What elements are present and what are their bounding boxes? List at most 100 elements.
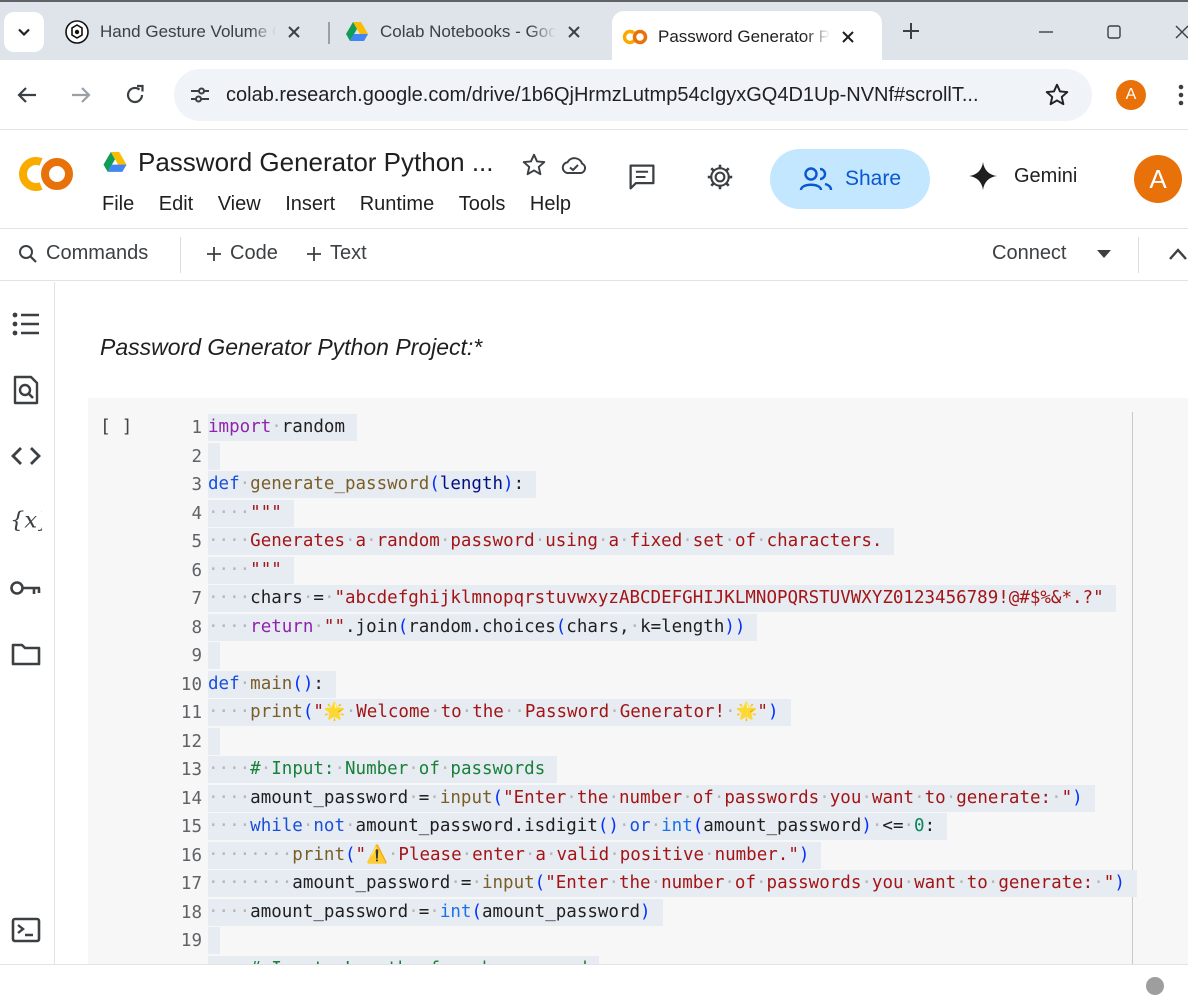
menu-tools[interactable]: Tools [459,193,506,216]
line-number: 11 [180,703,202,723]
line-number: 1 [191,418,202,438]
line-number: 15 [180,817,202,837]
code-text [208,727,220,755]
reload-button[interactable] [122,82,148,108]
browser-tab-colab-notebooks[interactable]: Colab Notebooks - Google Drive [344,11,586,53]
google-drive-icon [344,19,370,45]
line-number: 9 [191,646,202,666]
terminal-icon[interactable] [10,914,42,946]
code-line: 16 ········print("⚠️·Please·enter·a·valid… [88,841,1188,871]
close-window-button[interactable] [1170,20,1188,44]
code-cell[interactable]: [ ] 1 import·random 2 3 def·generate_passw… [88,398,1188,964]
title-menu-area: Password Generator Python ... File Edit … [0,131,598,227]
chatgpt-icon [64,19,90,45]
files-folder-icon[interactable] [10,638,42,670]
runtime-status-indicator[interactable] [1146,977,1164,995]
add-code-button[interactable]: Code [206,242,278,265]
find-replace-icon[interactable] [10,374,42,406]
site-info-icon[interactable] [174,85,226,105]
line-number: 5 [191,532,202,552]
line-number: 7 [191,589,202,609]
code-text [208,442,220,470]
bookmark-star-icon[interactable] [1044,82,1070,113]
google-drive-icon[interactable] [102,151,128,179]
new-tab-button[interactable] [898,18,924,44]
code-line: 18 ····amount_password·=·int(amount_passw… [88,898,1188,928]
search-icon [18,244,38,264]
code-text: ····amount_password·=·input("Enter·the·n… [208,784,1095,812]
toolbar-divider [1138,237,1139,273]
code-line: 2 [88,442,1188,472]
url-text: colab.research.google.com/drive/1b6QjHrm… [226,83,979,106]
code-text: ········print("⚠️·Please·enter·a·valid·p… [208,841,822,869]
add-text-button[interactable]: Text [306,242,367,265]
browser-profile-avatar[interactable]: A [1116,80,1146,110]
cloud-saved-icon[interactable] [560,151,588,179]
gemini-button[interactable]: Gemini [968,161,1077,191]
code-line: 8 ····return·"".join(random.choices(chars… [88,613,1188,643]
code-text: ····while·not·amount_password.isdigit()·… [208,813,948,840]
plus-icon [206,246,222,262]
code-text: ····#·Input:·Number·of·passwords [208,756,558,783]
left-sidebar: {x} [0,282,55,964]
menu-edit[interactable]: Edit [159,193,193,216]
menu-runtime[interactable]: Runtime [360,193,434,216]
maximize-button[interactable] [1102,20,1126,44]
back-button[interactable] [14,82,40,108]
menu-file[interactable]: File [102,193,134,216]
code-line: 6 ····""" [88,556,1188,586]
browser-tab-hand-gesture[interactable]: Hand Gesture Volume Control [64,11,306,53]
line-number: 3 [191,475,202,495]
share-button[interactable]: Share [770,149,930,209]
tab-title: Colab Notebooks - Google Drive [380,22,556,41]
code-text: ····chars·=·"abcdefghijklmnopqrstuvwxyzA… [208,585,1116,612]
caret-down-icon [1097,250,1111,258]
close-icon [1175,25,1188,39]
tab-separator [328,22,330,44]
comments-icon[interactable] [628,163,656,191]
collapse-header-button[interactable] [1168,247,1188,261]
markdown-cell-text[interactable]: Password Generator Python Project:* [100,334,482,361]
close-tab-icon[interactable] [282,20,306,44]
code-editor[interactable]: 1 import·random 2 3 def·generate_password(… [88,414,1188,964]
arrow-right-icon [72,87,91,103]
code-text: ····""" [208,499,294,527]
star-notebook-icon[interactable] [520,151,548,179]
code-snippets-icon[interactable] [10,440,42,472]
close-tab-icon[interactable] [836,25,860,49]
forward-button[interactable] [68,82,94,108]
connect-dropdown[interactable] [1096,249,1112,259]
code-text: ····""" [208,556,294,584]
svg-text:{x}: {x} [10,508,42,534]
secrets-key-icon[interactable] [10,572,42,604]
tab-search-button[interactable] [4,12,44,52]
colab-icon [622,24,648,50]
menu-insert[interactable]: Insert [285,193,335,216]
share-label: Share [844,167,902,190]
table-of-contents-icon[interactable] [10,308,42,340]
address-bar[interactable]: colab.research.google.com/drive/1b6QjHrm… [174,69,1092,121]
code-text: ········amount_password·=·input("Enter·t… [208,870,1137,897]
code-text: def·main(): [208,670,336,698]
commands-button[interactable]: Commands [18,242,148,265]
connect-button[interactable]: Connect [992,242,1067,265]
settings-gear-icon[interactable] [706,163,734,191]
status-bar [0,964,1188,998]
notebook-title[interactable]: Password Generator Python ... [138,147,494,178]
menu-help[interactable]: Help [530,193,571,216]
people-icon [799,167,833,191]
menu-view[interactable]: View [218,193,261,216]
line-number: 2 [191,446,202,467]
variables-icon[interactable]: {x} [10,504,42,536]
minimize-button[interactable] [1034,20,1058,44]
connect-label: Connect [992,242,1067,264]
browser-tab-password-generator[interactable]: Password Generator Python [612,11,882,62]
line-number: 10 [180,674,202,695]
line-number: 4 [191,503,202,524]
code-line: 13 ····#·Input:·Number·of·passwords [88,756,1188,785]
code-line: 10 def·main(): [88,670,1188,700]
account-avatar[interactable]: A [1134,155,1182,203]
commands-label: Commands [46,242,149,264]
close-tab-icon[interactable] [562,20,586,44]
browser-menu-button[interactable] [1174,82,1188,108]
